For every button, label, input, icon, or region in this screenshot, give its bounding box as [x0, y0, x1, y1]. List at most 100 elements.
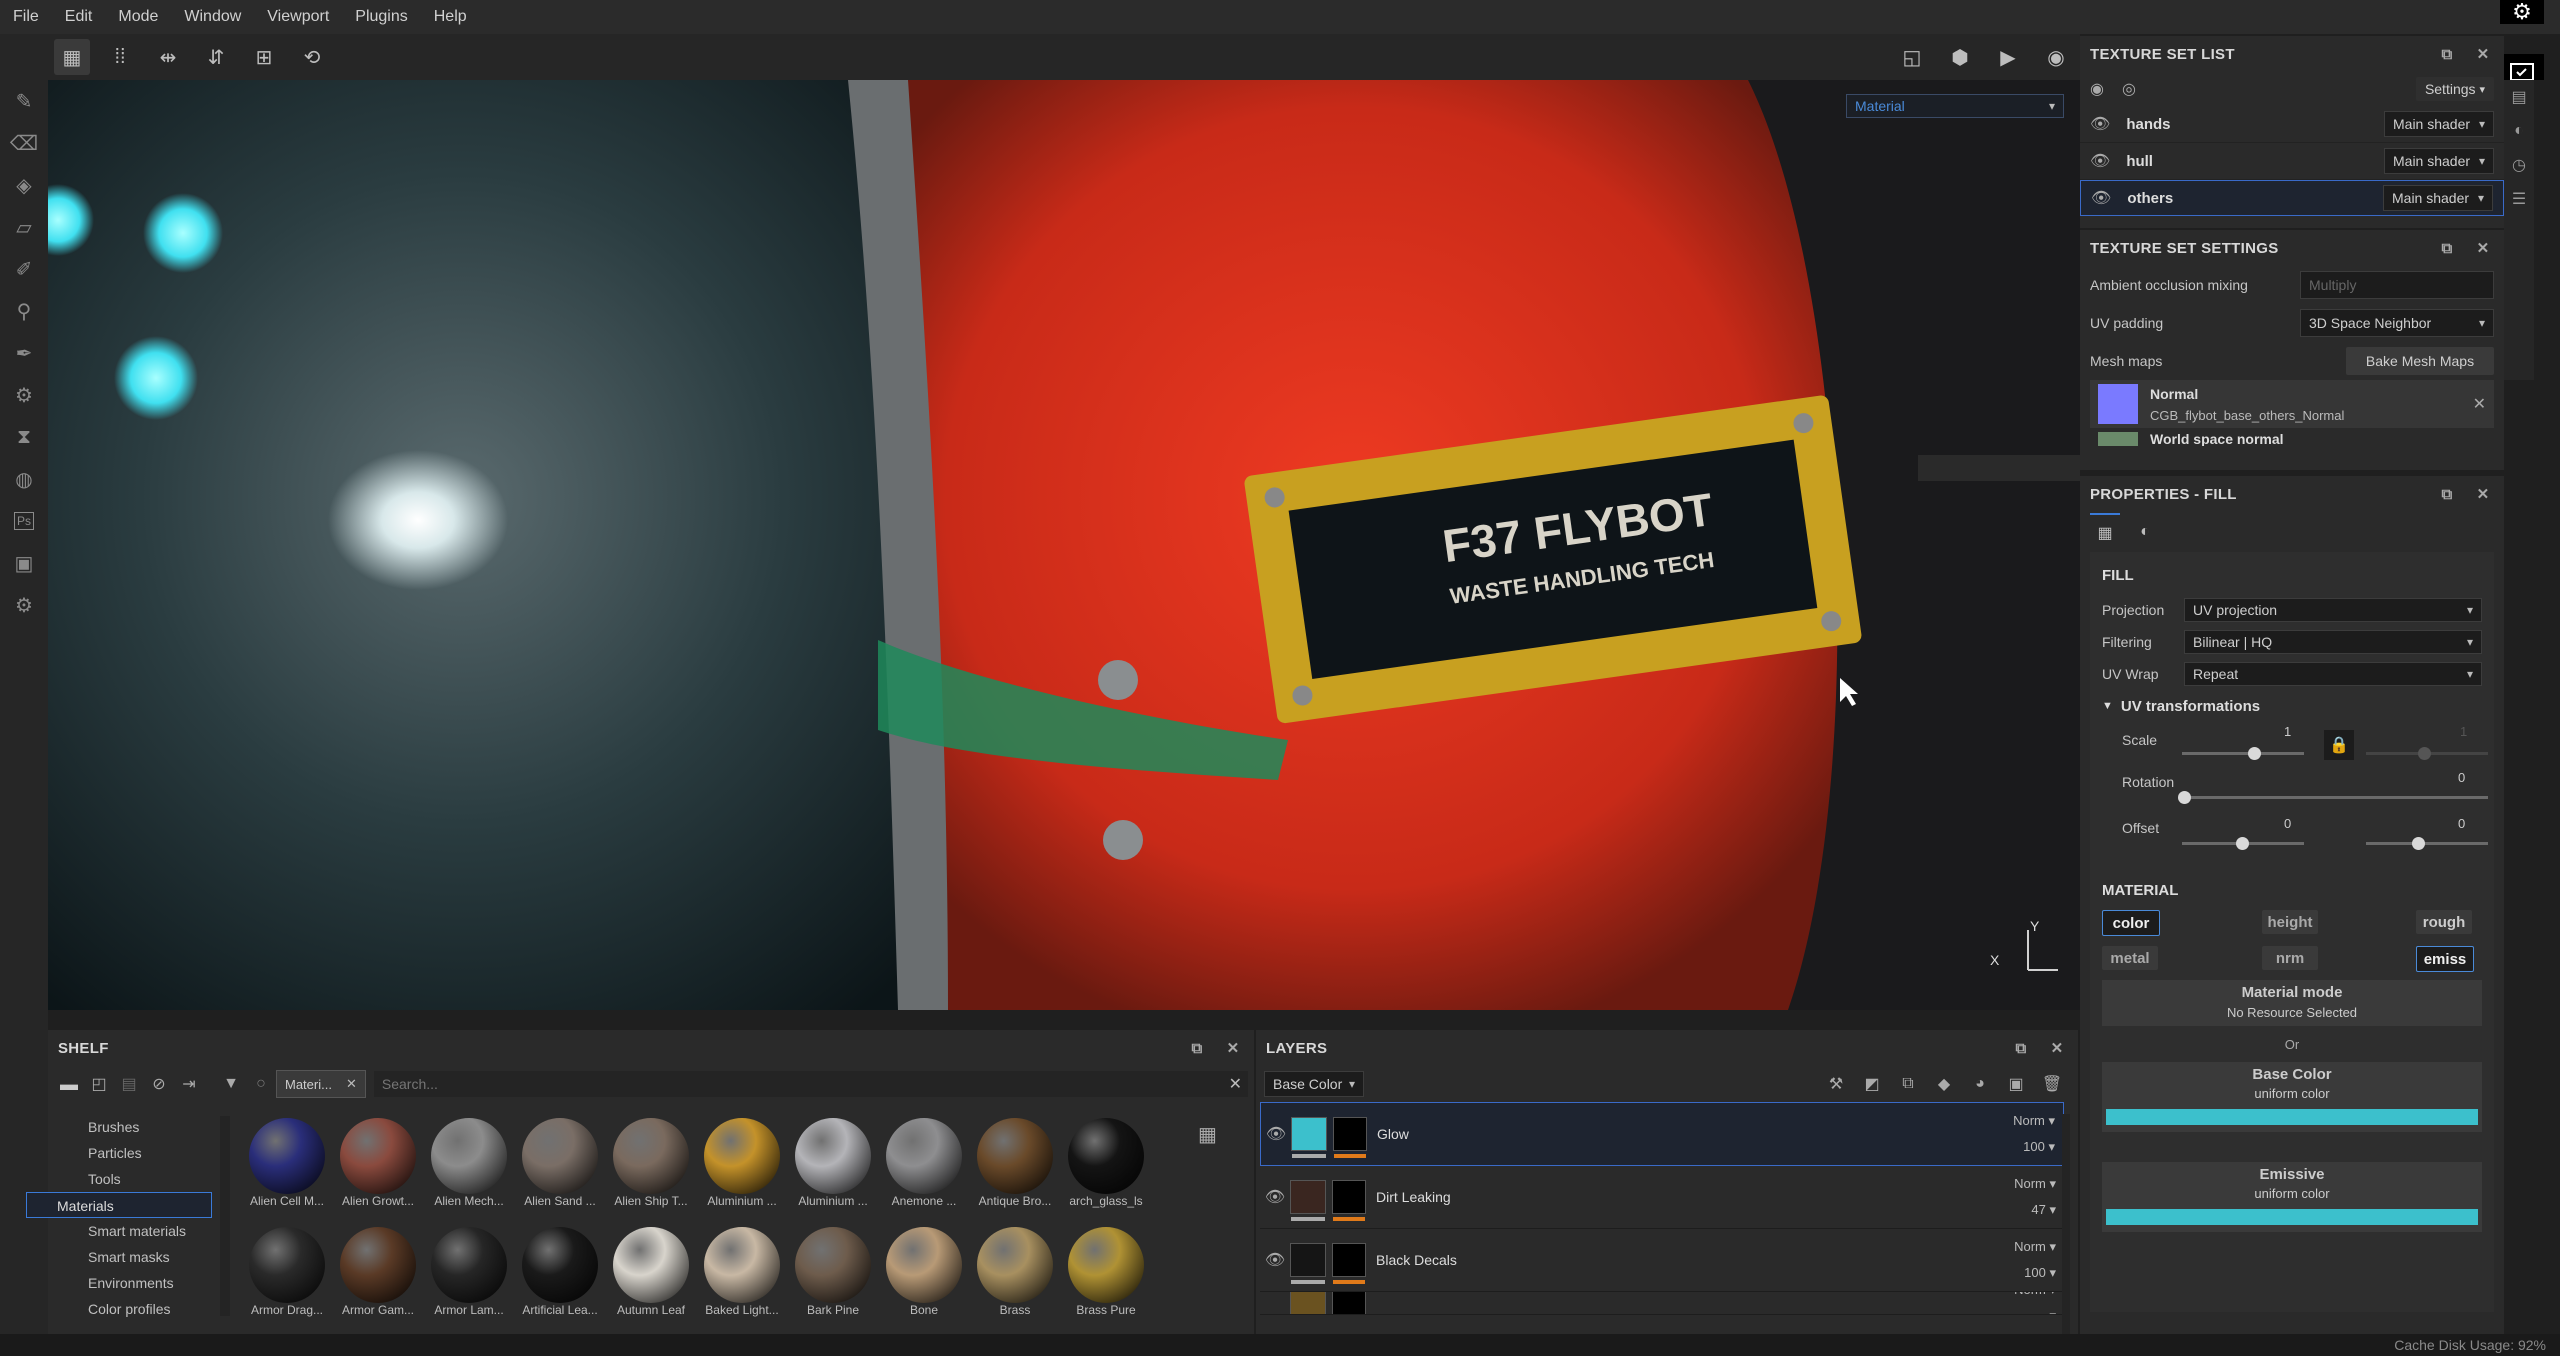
menu-help[interactable]: Help: [421, 0, 480, 34]
display-settings-icon[interactable]: ◐: [2504, 114, 2534, 148]
filter-icon[interactable]: ▼: [216, 1075, 246, 1093]
smudge-icon[interactable]: ✐: [0, 248, 48, 290]
hourglass-icon[interactable]: ⧗: [0, 416, 48, 458]
clone-stamp-icon[interactable]: ⚲: [0, 290, 48, 332]
menu-window[interactable]: Window: [171, 0, 254, 34]
color-picker-icon[interactable]: ✒: [0, 332, 48, 374]
history-icon[interactable]: ⟲: [294, 39, 330, 75]
log-panel-icon[interactable]: ☰: [2504, 182, 2534, 216]
scale-slider-handle[interactable]: [2248, 747, 2261, 760]
layer-row-selected[interactable]: 👁 Glow Norm ▾ 100 ▾: [1260, 1102, 2064, 1166]
ao-mixing-select[interactable]: Multiply: [2300, 271, 2494, 299]
camera-icon[interactable]: ▶: [1990, 39, 2026, 75]
eye-icon[interactable]: 👁: [2091, 188, 2111, 208]
base-color-swatch[interactable]: [2106, 1109, 2478, 1125]
undock-icon[interactable]: ⧉: [2010, 1040, 2032, 1057]
hide-all-icon[interactable]: ◉: [2090, 79, 2104, 99]
material-thumbnail[interactable]: Bark Pine: [788, 1227, 878, 1332]
eye-icon[interactable]: 👁: [2090, 114, 2110, 134]
material-thumbnail[interactable]: Armor Lam...: [424, 1227, 514, 1332]
undock-icon[interactable]: ⧉: [2436, 240, 2458, 257]
material-thumbnail[interactable]: Alien Mech...: [424, 1118, 514, 1223]
uv-padding-select[interactable]: 3D Space Neighbor ▾: [2300, 309, 2494, 337]
blend-mode[interactable]: Norm ▾: [1996, 1292, 2056, 1298]
grid-options-icon[interactable]: ⁞⁞: [102, 39, 138, 75]
filter-tag[interactable]: Materi... ✕: [276, 1070, 366, 1098]
history-panel-icon[interactable]: ◷: [2504, 148, 2534, 182]
emissive-swatch[interactable]: [2106, 1209, 2478, 1225]
material-thumbnail[interactable]: Autumn Leaf: [606, 1227, 696, 1332]
3d-viewport[interactable]: F37 FLYBOT WASTE HANDLING TECH Material ▾…: [48, 80, 2080, 1010]
close-icon[interactable]: ✕: [2472, 239, 2494, 257]
shelf-search-input[interactable]: [379, 1075, 1229, 1093]
shader-select[interactable]: Main shader ▾: [2383, 185, 2493, 211]
offset-slider-u-handle[interactable]: [2236, 837, 2249, 850]
eraser-icon[interactable]: ⌫: [0, 122, 48, 164]
layer-row[interactable]: 👁 Dirt Leaking Norm ▾ 47 ▾: [1260, 1166, 2064, 1229]
clear-search-icon[interactable]: ✕: [1229, 1074, 1242, 1094]
fill-tab-icon[interactable]: ▦: [2090, 513, 2120, 551]
material-thumbnail[interactable]: Antique Bro...: [970, 1118, 1060, 1223]
eye-icon[interactable]: 👁: [1260, 1187, 1290, 1207]
screenshot-icon[interactable]: ◉: [2038, 39, 2074, 75]
menu-edit[interactable]: Edit: [52, 0, 106, 34]
material-thumbnail[interactable]: Artificial Lea...: [515, 1227, 605, 1332]
undock-icon[interactable]: ⧉: [1186, 1040, 1208, 1057]
material-thumbnail[interactable]: Baked Light...: [697, 1227, 787, 1332]
category-materials[interactable]: Materials: [26, 1192, 212, 1218]
texture-set-row-selected[interactable]: 👁 others Main shader ▾: [2080, 180, 2504, 216]
close-icon[interactable]: ✕: [2472, 485, 2494, 503]
mesh-map-slot[interactable]: World space normal: [2090, 432, 2494, 446]
category-environments[interactable]: Environments: [54, 1270, 224, 1296]
add-folder-icon[interactable]: ▣: [1998, 1074, 2034, 1094]
rotation-slider[interactable]: [2182, 796, 2488, 799]
projection-icon[interactable]: ◈: [0, 164, 48, 206]
eye-icon[interactable]: 👁: [1260, 1250, 1290, 1270]
remove-filter-icon[interactable]: ✕: [346, 1076, 357, 1092]
menu-plugins[interactable]: Plugins: [342, 0, 420, 34]
material-thumbnail[interactable]: Armor Gam...: [333, 1227, 423, 1332]
close-icon[interactable]: ✕: [2472, 45, 2494, 63]
snap-grid-icon[interactable]: ▦: [54, 39, 90, 75]
bake-settings-icon[interactable]: ⚙: [0, 374, 48, 416]
blend-mode[interactable]: Norm ▾: [1996, 1176, 2056, 1192]
align-icon[interactable]: ⇵: [198, 39, 234, 75]
menu-viewport[interactable]: Viewport: [254, 0, 342, 34]
texture-set-row[interactable]: 👁 hands Main shader ▾: [2080, 106, 2504, 143]
shader-select[interactable]: Main shader ▾: [2384, 148, 2494, 174]
uv-transformations-toggle[interactable]: ▼ UV transformations: [2102, 690, 2482, 722]
material-thumbnail[interactable]: Brass Pure: [1061, 1227, 1151, 1332]
texture-set-row[interactable]: 👁 hull Main shader ▾: [2080, 143, 2504, 180]
layers-scrollbar[interactable]: [2062, 1114, 2070, 1334]
base-color-slot[interactable]: Base Color uniform color: [2102, 1062, 2482, 1132]
emissive-slot[interactable]: Emissive uniform color: [2102, 1162, 2482, 1232]
plugin-settings-icon[interactable]: ⚙: [0, 584, 48, 626]
material-thumbnail[interactable]: Brass: [970, 1227, 1060, 1332]
show-all-icon[interactable]: ◎: [2122, 79, 2136, 99]
frame-icon[interactable]: ⊞: [246, 39, 282, 75]
3d-view-icon[interactable]: ⬢: [1942, 39, 1978, 75]
offset-slider-v-handle[interactable]: [2412, 837, 2425, 850]
projection-select[interactable]: UV projection ▾: [2184, 598, 2482, 622]
shader-select[interactable]: Main shader ▾: [2384, 111, 2494, 137]
material-thumbnail[interactable]: Alien Sand ...: [515, 1118, 605, 1223]
category-tools[interactable]: Tools: [54, 1166, 224, 1192]
close-icon[interactable]: ✕: [1222, 1039, 1244, 1057]
material-thumbnail[interactable]: Anemone ...: [879, 1118, 969, 1223]
add-fill-layer-icon[interactable]: ◆: [1926, 1074, 1962, 1094]
material-thumbnail[interactable]: Aluminium ...: [788, 1118, 878, 1223]
categories-scrollbar[interactable]: [220, 1116, 230, 1316]
category-color-profiles[interactable]: Color profiles: [54, 1296, 224, 1322]
material-thumbnail[interactable]: Alien Growt...: [333, 1118, 423, 1223]
channel-color-button[interactable]: color: [2102, 910, 2160, 936]
bake-mesh-maps-button[interactable]: Bake Mesh Maps: [2346, 347, 2494, 375]
material-thumbnail[interactable]: Bone: [879, 1227, 969, 1332]
channel-emiss-button[interactable]: emiss: [2416, 946, 2474, 972]
category-smart-materials[interactable]: Smart materials: [54, 1218, 224, 1244]
material-thumbnail[interactable]: Alien Cell M...: [242, 1118, 332, 1223]
texture-set-settings-button[interactable]: Settings ▾: [2416, 77, 2494, 101]
channel-height-button[interactable]: height: [2262, 910, 2318, 934]
symmetry-icon[interactable]: ⇹: [150, 39, 186, 75]
folder-icon[interactable]: ▬: [54, 1074, 84, 1095]
material-tab-icon[interactable]: ◐: [2130, 523, 2160, 541]
